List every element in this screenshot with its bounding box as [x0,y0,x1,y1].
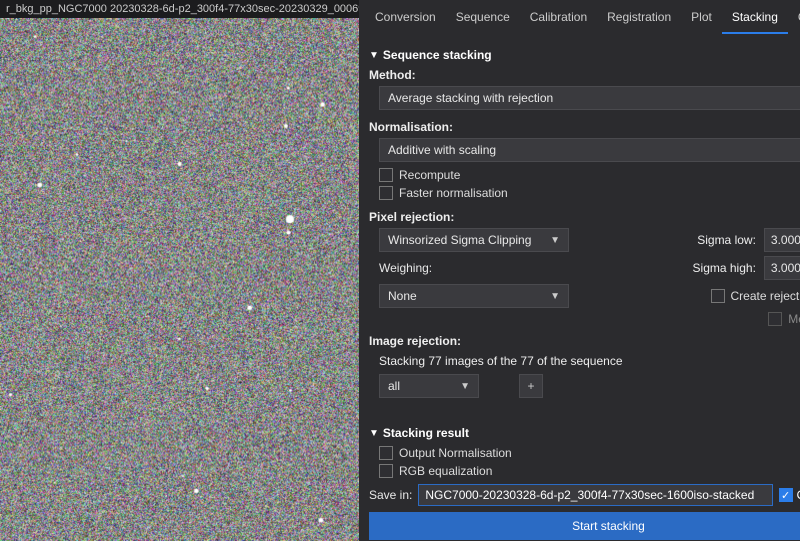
tab-plot[interactable]: Plot [681,4,722,34]
section-title: Sequence stacking [383,48,492,62]
add-filter-button[interactable]: + [519,374,543,398]
filename-bar: r_bkg_pp_NGC7000 20230328-6d-p2_300f4-77… [0,0,359,18]
section-title: Stacking result [383,426,469,440]
tab-conversion[interactable]: Conversion [365,4,446,34]
sigma-low-label: Sigma low: [686,233,756,247]
method-combo[interactable]: Average stacking with rejection ▼ [379,86,800,110]
checkbox-icon [379,464,393,478]
weighing-combo[interactable]: None ▼ [379,284,569,308]
section-stacking-result[interactable]: ▼ Stacking result [369,426,800,440]
recompute-check[interactable]: Recompute [379,168,800,182]
image-rejection-filter-value: all [388,379,460,393]
merge-lh-label: Merge L+H [788,312,800,326]
method-value: Average stacking with rejection [388,91,800,105]
normalisation-value: Additive with scaling [388,143,800,157]
overwrite-label: Overwrite [797,488,800,502]
sigma-high-spin[interactable]: 3.000 − + [764,256,800,280]
recompute-label: Recompute [399,168,460,182]
save-in-input[interactable] [418,484,772,506]
tab-bar: Conversion Sequence Calibration Registra… [359,0,800,34]
image-preview[interactable] [0,18,359,541]
checkbox-icon [768,312,782,326]
image-rejection-filter-combo[interactable]: all ▼ [379,374,479,398]
image-preview-pane: r_bkg_pp_NGC7000 20230328-6d-p2_300f4-77… [0,0,359,541]
normalisation-combo[interactable]: Additive with scaling ▼ [379,138,800,162]
image-rejection-label: Image rejection: [369,334,800,348]
chevron-down-icon: ▼ [550,235,560,246]
tab-calibration[interactable]: Calibration [520,4,597,34]
chevron-down-icon: ▼ [460,381,470,392]
overwrite-check[interactable]: Overwrite [779,488,800,502]
right-panel: Conversion Sequence Calibration Registra… [359,0,800,541]
checkbox-icon [711,289,725,303]
weighing-value: None [388,289,550,303]
checkbox-icon [379,446,393,460]
faster-norm-check[interactable]: Faster normalisation [379,186,800,200]
save-in-label: Save in: [369,488,412,502]
weighing-label: Weighing: [379,261,569,275]
pixel-rejection-value: Winsorized Sigma Clipping [388,233,550,247]
checkbox-icon [379,186,393,200]
rgb-equalization-check[interactable]: RGB equalization [369,464,800,478]
section-sequence-stacking[interactable]: ▼ Sequence stacking [369,48,800,62]
pixel-rejection-label: Pixel rejection: [369,210,800,224]
sigma-low-value: 3.000 [765,233,800,247]
stacking-panel: ▼ Sequence stacking Method: Average stac… [359,34,800,541]
tab-console[interactable]: Console [788,4,800,34]
rgb-eq-label: RGB equalization [399,464,492,478]
output-normalisation-check[interactable]: Output Normalisation [369,446,800,460]
stacking-count-info: Stacking 77 images of the 77 of the sequ… [379,354,800,368]
chevron-down-icon: ▼ [550,291,560,302]
checkbox-icon [779,488,793,502]
method-label: Method: [369,68,800,82]
start-stacking-button[interactable]: Start stacking [369,512,800,540]
tab-stacking[interactable]: Stacking [722,4,788,34]
create-rejection-maps-label: Create rejection maps [731,289,800,303]
chevron-down-icon: ▼ [369,50,379,61]
create-rejection-maps-check[interactable]: Create rejection maps [711,289,800,303]
normalisation-label: Normalisation: [369,120,800,134]
chevron-down-icon: ▼ [369,428,379,439]
pixel-rejection-combo[interactable]: Winsorized Sigma Clipping ▼ [379,228,569,252]
sigma-low-spin[interactable]: 3.000 − + [764,228,800,252]
output-norm-label: Output Normalisation [399,446,512,460]
tab-sequence[interactable]: Sequence [446,4,520,34]
tab-registration[interactable]: Registration [597,4,681,34]
plus-icon: + [527,379,534,393]
merge-lh-check: Merge L+H [768,312,800,326]
sigma-high-value: 3.000 [765,261,800,275]
sigma-high-label: Sigma high: [686,261,756,275]
checkbox-icon [379,168,393,182]
faster-norm-label: Faster normalisation [399,186,508,200]
